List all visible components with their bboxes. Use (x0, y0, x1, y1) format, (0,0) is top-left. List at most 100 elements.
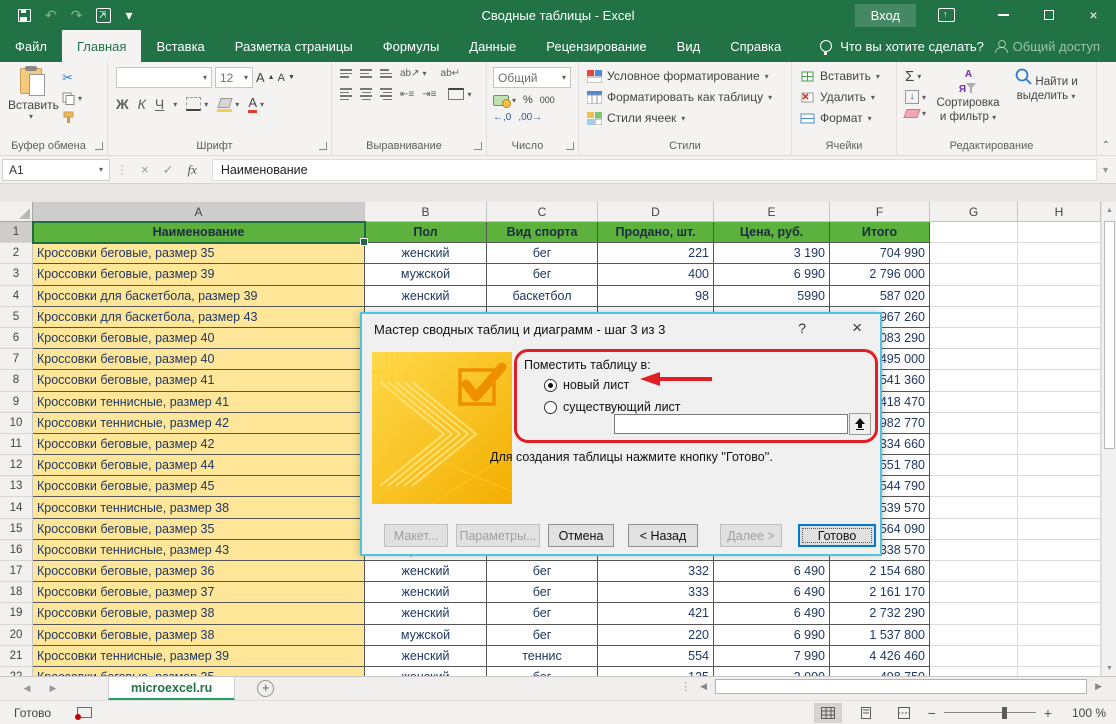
cell-D21[interactable]: 554 (598, 646, 714, 667)
cell-G19[interactable] (930, 603, 1018, 624)
cell-F20[interactable]: 1 537 800 (830, 625, 930, 646)
tab-view[interactable]: Вид (662, 30, 716, 62)
redo-icon[interactable]: ↷ (71, 8, 83, 22)
cell-G10[interactable] (930, 413, 1018, 434)
row-header-12[interactable]: 12 (0, 455, 33, 476)
percent-style-button[interactable]: % (523, 94, 533, 106)
next-button[interactable]: Далее > (720, 524, 782, 547)
cell-G14[interactable] (930, 497, 1018, 518)
cell-F21[interactable]: 4 426 460 (830, 646, 930, 667)
column-header-H[interactable]: H (1018, 202, 1101, 222)
horizontal-scrollbar-thumb[interactable] (715, 679, 1087, 694)
cell-G17[interactable] (930, 561, 1018, 582)
row-header-10[interactable]: 10 (0, 413, 33, 434)
cell-A1[interactable]: Наименование (33, 222, 365, 243)
cell-B18[interactable]: женский (365, 582, 487, 603)
align-middle-button[interactable] (360, 69, 372, 78)
copy-button[interactable]: ▾ (62, 92, 82, 105)
cell-G12[interactable] (930, 455, 1018, 476)
ribbon-display-options-icon[interactable] (938, 8, 955, 22)
cell-G13[interactable] (930, 476, 1018, 497)
row-header-5[interactable]: 5 (0, 307, 33, 328)
cell-H3[interactable] (1018, 264, 1101, 285)
expand-formula-bar-icon[interactable]: ▼ (1101, 165, 1110, 175)
close-button[interactable]: × (1071, 0, 1116, 30)
cell-H4[interactable] (1018, 286, 1101, 307)
cell-H10[interactable] (1018, 413, 1101, 434)
cell-C2[interactable]: бег (487, 243, 598, 264)
cell-B21[interactable]: женский (365, 646, 487, 667)
cell-H5[interactable] (1018, 307, 1101, 328)
tab-data[interactable]: Данные (454, 30, 531, 62)
cell-A10[interactable]: Кроссовки теннисные, размер 42 (33, 413, 365, 434)
cell-A19[interactable]: Кроссовки беговые, размер 38 (33, 603, 365, 624)
decrease-indent-button[interactable]: ⇤≡ (400, 89, 414, 100)
cell-C22[interactable]: бег (487, 667, 598, 676)
cell-G15[interactable] (930, 519, 1018, 540)
cell-G9[interactable] (930, 392, 1018, 413)
italic-button[interactable]: К (138, 96, 146, 112)
cell-F18[interactable]: 2 161 170 (830, 582, 930, 603)
cell-A6[interactable]: Кроссовки беговые, размер 40 (33, 328, 365, 349)
cell-C4[interactable]: баскетбол (487, 286, 598, 307)
fill-button[interactable]: ↓▾ (905, 90, 926, 104)
clipboard-dialog-launcher-icon[interactable] (95, 142, 103, 150)
borders-button[interactable]: ▾ (186, 97, 208, 111)
cell-G20[interactable] (930, 625, 1018, 646)
cell-H8[interactable] (1018, 370, 1101, 391)
cell-A8[interactable]: Кроссовки беговые, размер 41 (33, 370, 365, 391)
cell-G18[interactable] (930, 582, 1018, 603)
cancel-button[interactable]: Отмена (548, 524, 614, 547)
number-dialog-launcher-icon[interactable] (566, 142, 574, 150)
zoom-slider-thumb[interactable] (1002, 707, 1007, 719)
increase-decimal-button[interactable]: ←,0 (493, 112, 511, 123)
align-left-button[interactable] (340, 88, 352, 100)
tab-page-layout[interactable]: Разметка страницы (220, 30, 368, 62)
cell-C17[interactable]: бег (487, 561, 598, 582)
cell-D1[interactable]: Продано, шт. (598, 222, 714, 243)
cell-C3[interactable]: бег (487, 264, 598, 285)
cell-H21[interactable] (1018, 646, 1101, 667)
cell-D20[interactable]: 220 (598, 625, 714, 646)
cell-G4[interactable] (930, 286, 1018, 307)
grow-font-button[interactable]: А▲ (256, 70, 275, 85)
cell-H19[interactable] (1018, 603, 1101, 624)
cell-B1[interactable]: Пол (365, 222, 487, 243)
cell-B17[interactable]: женский (365, 561, 487, 582)
cell-B3[interactable]: мужской (365, 264, 487, 285)
cell-A3[interactable]: Кроссовки беговые, размер 39 (33, 264, 365, 285)
row-header-21[interactable]: 21 (0, 646, 33, 667)
alignment-dialog-launcher-icon[interactable] (474, 142, 482, 150)
column-header-A[interactable]: A (33, 202, 365, 222)
font-color-button[interactable]: А▾ (248, 96, 264, 113)
cell-G16[interactable] (930, 540, 1018, 561)
cell-A5[interactable]: Кроссовки для баскетбола, размер 43 (33, 307, 365, 328)
cell-E1[interactable]: Цена, руб. (714, 222, 830, 243)
macro-record-icon[interactable] (77, 707, 92, 718)
prev-sheet-icon[interactable]: ◀ (14, 677, 40, 700)
accounting-format-button[interactable]: ▾ (493, 95, 516, 106)
cell-F22[interactable]: 498 750 (830, 667, 930, 676)
scroll-right-icon[interactable]: ▶ (1091, 681, 1106, 692)
layout-button[interactable]: Макет... (384, 524, 448, 547)
cell-A7[interactable]: Кроссовки беговые, размер 40 (33, 349, 365, 370)
row-header-22[interactable]: 22 (0, 667, 33, 676)
next-sheet-icon[interactable]: ▶ (40, 677, 66, 700)
tab-help[interactable]: Справка (715, 30, 796, 62)
cell-A18[interactable]: Кроссовки беговые, размер 37 (33, 582, 365, 603)
cell-F2[interactable]: 704 990 (830, 243, 930, 264)
row-header-14[interactable]: 14 (0, 497, 33, 518)
cell-F4[interactable]: 587 020 (830, 286, 930, 307)
formula-input[interactable]: Наименование (212, 159, 1097, 181)
row-header-17[interactable]: 17 (0, 561, 33, 582)
vertical-scrollbar-thumb[interactable] (1104, 221, 1115, 449)
tab-formulas[interactable]: Формулы (368, 30, 455, 62)
cell-F3[interactable]: 2 796 000 (830, 264, 930, 285)
radio-existing-sheet[interactable]: существующий лист (544, 400, 681, 414)
finish-button[interactable]: Готово (798, 524, 876, 547)
new-sheet-button[interactable]: + (257, 680, 274, 697)
align-top-button[interactable] (340, 69, 352, 78)
cell-D18[interactable]: 333 (598, 582, 714, 603)
cell-E18[interactable]: 6 490 (714, 582, 830, 603)
cell-B4[interactable]: женский (365, 286, 487, 307)
